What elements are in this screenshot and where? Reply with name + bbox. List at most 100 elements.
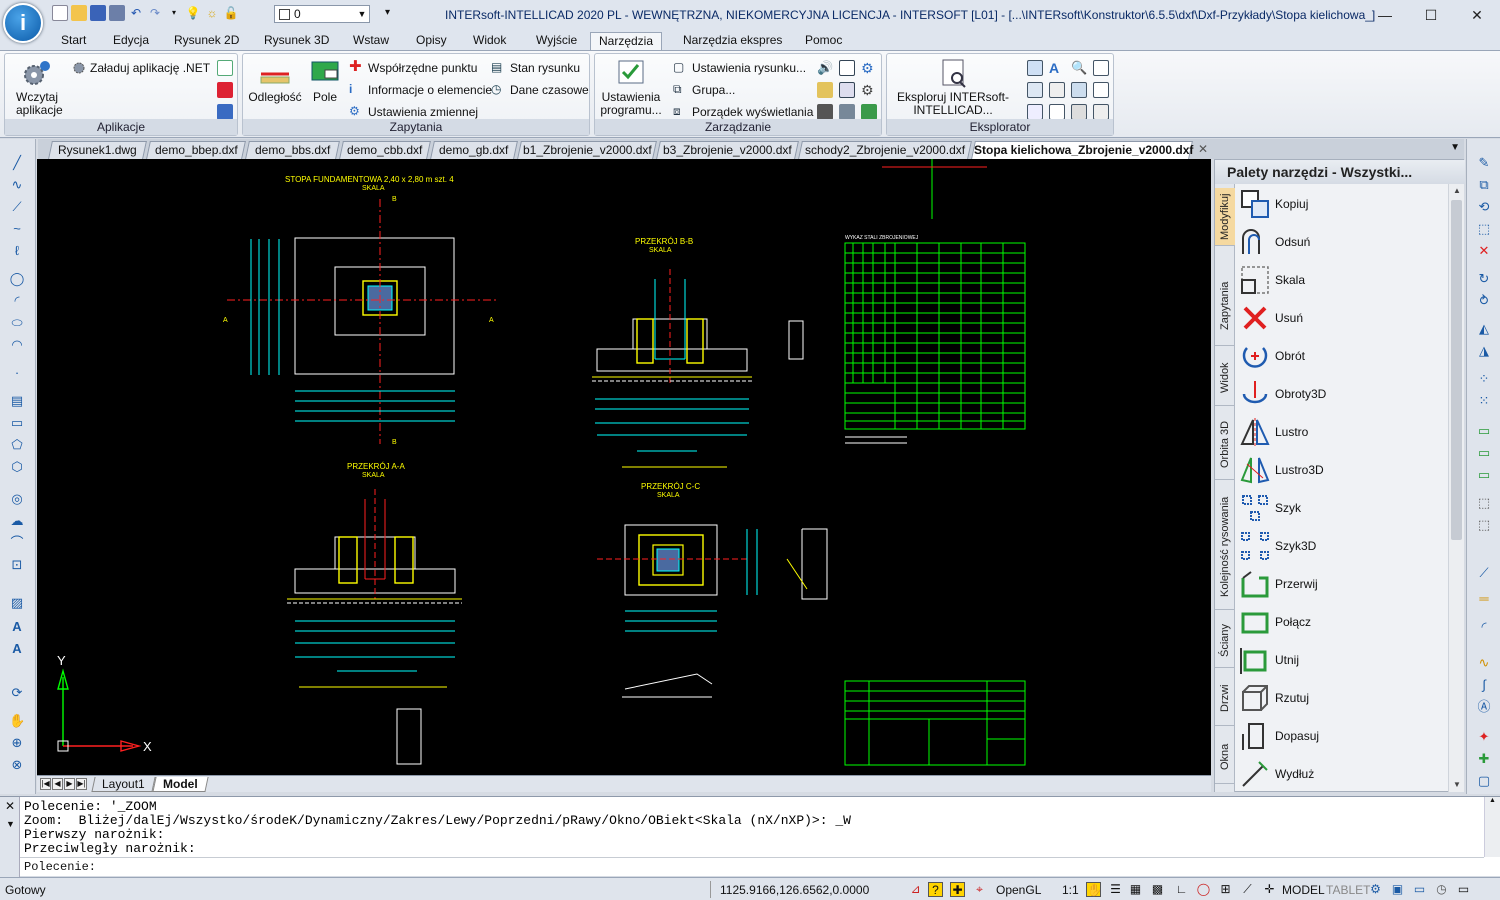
delete-icon[interactable]: ✕ bbox=[1476, 243, 1492, 259]
multiline-icon[interactable] bbox=[1049, 104, 1065, 120]
search-icon[interactable]: 🔍 bbox=[1071, 60, 1087, 76]
annotation-visibility-icon[interactable]: ✋ bbox=[1086, 882, 1102, 897]
palette-item-lustro3d[interactable]: Lustro3D bbox=[1237, 452, 1324, 488]
customize-toolbar-icon[interactable]: ▾ bbox=[385, 7, 390, 18]
fillet-icon[interactable]: ⌒ bbox=[9, 535, 25, 551]
camera-icon[interactable] bbox=[817, 104, 833, 120]
project-icon[interactable]: ⬚ bbox=[1476, 495, 1492, 511]
layout-tab-model[interactable]: Model bbox=[152, 776, 208, 792]
open-folder-icon[interactable] bbox=[71, 5, 87, 21]
first-layout-icon[interactable]: |◀ bbox=[40, 778, 51, 790]
display-icon[interactable]: ▣ bbox=[1390, 882, 1405, 897]
ellipse-icon[interactable]: ⬭ bbox=[9, 315, 25, 331]
trim-icon[interactable]: ▭ bbox=[1476, 467, 1492, 483]
layer-select[interactable]: 0 ▼ bbox=[274, 5, 370, 23]
image-icon[interactable] bbox=[1071, 104, 1087, 120]
tab-widok[interactable]: Widok bbox=[467, 32, 512, 50]
minimize-button[interactable]: — bbox=[1362, 0, 1408, 30]
clock-icon[interactable]: ◷ bbox=[1434, 882, 1449, 897]
mirror-icon[interactable]: ◭ bbox=[1476, 321, 1492, 337]
osnap-icon[interactable]: ◯ bbox=[1196, 882, 1211, 897]
app-tool-1-icon[interactable] bbox=[217, 60, 233, 76]
scroll-down-icon[interactable]: ▼ bbox=[1449, 778, 1465, 792]
variable-settings-button[interactable]: ⚙ Ustawienia zmiennej bbox=[349, 104, 478, 120]
palette-item-lustro[interactable]: Lustro bbox=[1237, 414, 1308, 450]
palette-tab-modyfikuj[interactable]: Modyfikuj bbox=[1215, 188, 1235, 246]
palette-item-kopiuj[interactable]: Kopiuj bbox=[1237, 186, 1308, 222]
palette-tab-zapytania[interactable]: Zapytania bbox=[1215, 266, 1235, 346]
ucs-icon[interactable] bbox=[1093, 82, 1109, 98]
extend-icon[interactable]: ⟋ bbox=[1476, 565, 1492, 581]
palette-tab-orbita-3d[interactable]: Orbita 3D bbox=[1215, 410, 1235, 480]
tab-narzedzia-ekspres[interactable]: Narzędzia ekspres bbox=[677, 32, 788, 50]
model-space-toggle[interactable]: MODEL bbox=[1282, 883, 1325, 897]
explode-icon[interactable]: ✦ bbox=[1476, 729, 1492, 745]
regen-icon[interactable]: ⟳ bbox=[9, 685, 25, 701]
distance-button[interactable]: Odległość bbox=[245, 58, 305, 104]
opengl-label[interactable]: OpenGL bbox=[996, 883, 1041, 897]
command-history-scrollbar[interactable]: ▲ bbox=[1484, 797, 1500, 857]
lightbulb-icon[interactable]: 💡 bbox=[185, 5, 201, 21]
arc-icon[interactable]: ◜ bbox=[9, 293, 25, 309]
time-data-button[interactable]: ◷ Dane czasowe bbox=[491, 82, 589, 98]
construction-line-icon[interactable]: ⟋ bbox=[9, 199, 25, 215]
drawing-status-button[interactable]: ▤ Stan rysunku bbox=[491, 60, 580, 76]
load-net-app-button[interactable]: Załaduj aplikację .NET bbox=[71, 60, 210, 76]
table-style-icon[interactable] bbox=[1027, 104, 1043, 120]
tabs-dropdown-icon[interactable]: ▼ bbox=[1450, 142, 1460, 153]
workspace-gear-icon[interactable]: ⚙ bbox=[1368, 882, 1383, 897]
grid-snap-icon[interactable]: ? bbox=[928, 882, 943, 897]
field-button[interactable]: Pole bbox=[305, 58, 345, 104]
tab-wyjscie[interactable]: Wyjście bbox=[530, 32, 583, 50]
last-layout-icon[interactable]: ▶| bbox=[76, 778, 87, 790]
folder-icon[interactable] bbox=[817, 82, 833, 98]
maximize-button[interactable]: ☐ bbox=[1408, 0, 1454, 30]
lengthen-icon[interactable]: ═ bbox=[1476, 591, 1492, 607]
polygon-icon[interactable]: ⬠ bbox=[9, 437, 25, 453]
scroll-up-icon[interactable]: ▲ bbox=[1449, 184, 1465, 198]
align-icon[interactable]: ⬚ bbox=[1476, 517, 1492, 533]
tab-rysunek-3d[interactable]: Rysunek 3D bbox=[258, 32, 335, 50]
chamfer-icon[interactable]: ∿ bbox=[1476, 655, 1492, 671]
app-tool-3-icon[interactable] bbox=[217, 104, 233, 120]
chevron-down-icon[interactable]: ▼ bbox=[6, 819, 15, 829]
palette-item-dopasuj[interactable]: Dopasuj bbox=[1237, 718, 1319, 754]
next-layout-icon[interactable]: ▶ bbox=[64, 778, 75, 790]
rectangle-icon[interactable]: ▭ bbox=[9, 415, 25, 431]
snap-icon[interactable]: ⊿ bbox=[908, 882, 923, 897]
tab-rysunek-2d[interactable]: Rysunek 2D bbox=[168, 32, 245, 50]
palette-item-szyk[interactable]: Szyk bbox=[1237, 490, 1301, 526]
crosshair-icon[interactable]: ✛ bbox=[1262, 882, 1277, 897]
otrack-icon[interactable]: ⊞ bbox=[1218, 882, 1233, 897]
layers-icon[interactable] bbox=[1027, 60, 1043, 76]
tab-pomoc[interactable]: Pomoc bbox=[799, 32, 848, 50]
close-tab-icon[interactable]: ✕ bbox=[1198, 142, 1208, 156]
region-icon[interactable]: ⬡ bbox=[9, 459, 25, 475]
copy-icon[interactable]: ⧉ bbox=[1476, 177, 1492, 193]
palette-tab-sciany[interactable]: Ściany bbox=[1215, 614, 1235, 668]
drawing-settings-button[interactable]: ▢ Ustawienia rysunku... bbox=[673, 60, 806, 76]
doc-tab[interactable]: demo_gb.dxf bbox=[430, 141, 518, 159]
dimension-style-icon[interactable] bbox=[1049, 82, 1065, 98]
polar-icon[interactable]: ⌖ bbox=[972, 882, 987, 897]
palette-item-odsun[interactable]: Odsuń bbox=[1237, 224, 1310, 260]
spline-icon[interactable]: ~ bbox=[9, 221, 25, 237]
multiline-text-icon[interactable]: A bbox=[9, 641, 25, 657]
save-icon[interactable] bbox=[90, 5, 106, 21]
donut-icon[interactable]: ◎ bbox=[9, 491, 25, 507]
doc-tab[interactable]: demo_bbep.dxf bbox=[146, 141, 246, 159]
load-application-button[interactable]: Wczytaj aplikacje bbox=[9, 58, 63, 117]
edit-text-icon[interactable]: Ⓐ bbox=[1476, 699, 1492, 715]
palette-tab-kolejnosc[interactable]: Kolejność rysowania bbox=[1215, 484, 1235, 610]
qat-dropdown-icon[interactable]: ▾ bbox=[166, 5, 182, 21]
grid-icon[interactable]: ▩ bbox=[1150, 882, 1165, 897]
fullscreen-icon[interactable]: ▭ bbox=[1456, 882, 1471, 897]
revision-cloud-icon[interactable]: ☁ bbox=[9, 513, 25, 529]
monitor-icon[interactable]: ▭ bbox=[1412, 882, 1427, 897]
array3d-icon[interactable]: ⁙ bbox=[1476, 393, 1492, 409]
point-icon[interactable]: · bbox=[9, 365, 25, 381]
close-button[interactable]: ✕ bbox=[1454, 0, 1500, 30]
sketch-icon[interactable]: ℓ bbox=[9, 243, 25, 259]
new-file-icon[interactable] bbox=[52, 5, 68, 21]
doc-tab[interactable]: demo_bbs.dxf bbox=[245, 141, 340, 159]
